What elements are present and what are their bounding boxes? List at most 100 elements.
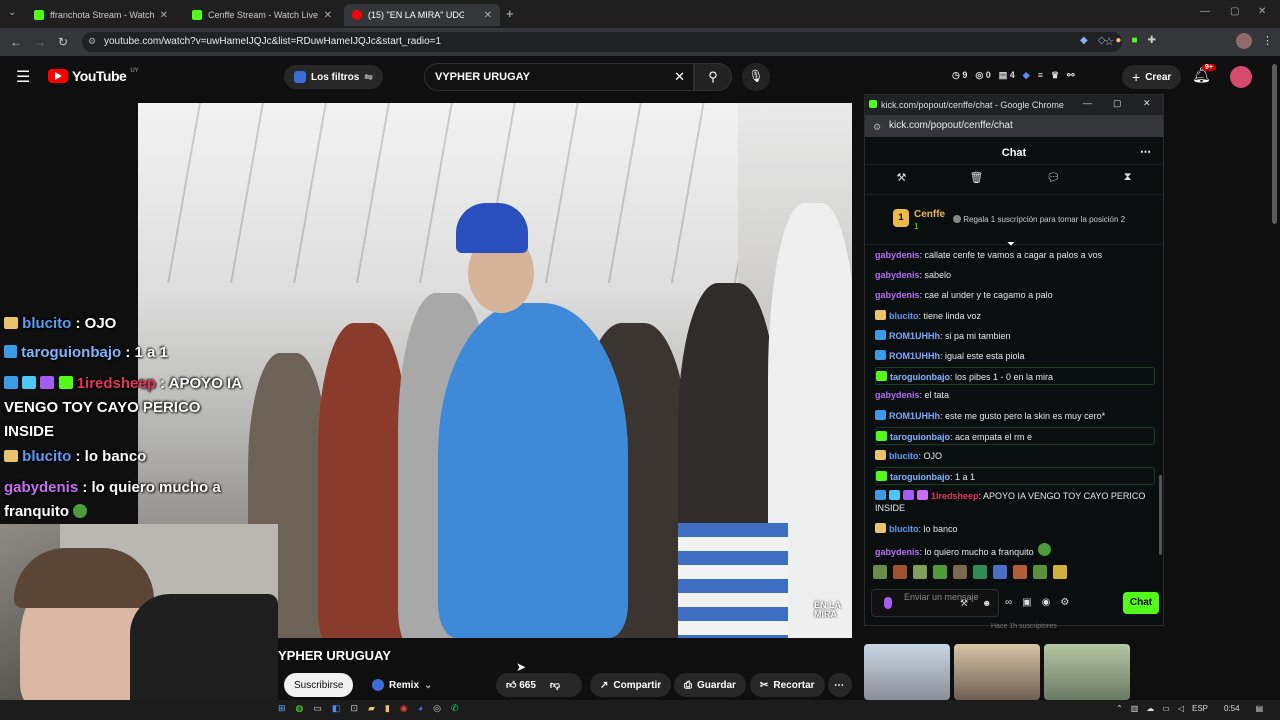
- chat-username[interactable]: taroguionbajo: [890, 372, 950, 382]
- emote-icon[interactable]: [1013, 565, 1027, 579]
- emote-icon[interactable]: [973, 565, 987, 579]
- site-info-icon[interactable]: ⚙: [88, 36, 96, 47]
- link-icon[interactable]: ⚯: [1067, 70, 1075, 81]
- minimize-icon[interactable]: —: [1083, 98, 1092, 108]
- recommended-thumbnail[interactable]: [954, 644, 1040, 700]
- tab-youtube[interactable]: (15) "EN LA MIRA" UDG CY ✕: [344, 4, 500, 26]
- hamburger-menu-icon[interactable]: ☰: [16, 67, 30, 87]
- close-icon[interactable]: ✕: [484, 10, 492, 21]
- queue-icon[interactable]: ≡: [1038, 70, 1043, 81]
- close-icon[interactable]: ✕: [160, 10, 168, 21]
- tray-icon[interactable]: ☁: [1146, 704, 1154, 713]
- page-scrollbar[interactable]: [1272, 64, 1277, 224]
- hourglass-icon[interactable]: ⧗: [1124, 171, 1132, 194]
- emote-icon[interactable]: [873, 565, 887, 579]
- emote-icon[interactable]: [913, 565, 927, 579]
- thumbs-down-icon[interactable]: 👎︎: [550, 679, 560, 691]
- profile-avatar[interactable]: [1236, 33, 1252, 49]
- more-actions-button[interactable]: ⋯: [828, 673, 852, 697]
- discord-icon[interactable]: ◕: [418, 703, 423, 714]
- chat-username[interactable]: gabydenis: [875, 390, 920, 400]
- emote-icon[interactable]: [1033, 565, 1047, 579]
- send-chat-button[interactable]: Chat: [1123, 592, 1159, 614]
- language-indicator[interactable]: ESP: [1192, 704, 1208, 713]
- chat-username[interactable]: gabydenis: [875, 547, 920, 557]
- network-icon[interactable]: ▭: [1162, 704, 1170, 713]
- save-button[interactable]: ⎙ Guardar: [674, 673, 746, 697]
- trophy-icon[interactable]: ♛: [1051, 70, 1059, 81]
- account-avatar[interactable]: [1230, 66, 1252, 88]
- site-info-icon[interactable]: ⚙: [873, 122, 881, 133]
- clear-search-icon[interactable]: ✕: [674, 69, 685, 85]
- recommended-thumbnail[interactable]: [1044, 644, 1130, 700]
- clock[interactable]: 0:54: [1224, 704, 1240, 713]
- voice-search-button[interactable]: 🎙: [742, 63, 770, 91]
- back-icon[interactable]: ←: [10, 35, 22, 49]
- tab-ffranchota[interactable]: ffranchota Stream - Watch Live ✕: [26, 4, 176, 26]
- youtube-logo[interactable]: YouTube UY: [48, 68, 139, 84]
- tab-search-icon[interactable]: ⌄: [8, 7, 16, 18]
- whatsapp-icon[interactable]: ✆: [451, 703, 459, 714]
- remix-button[interactable]: Remix ⌄: [362, 673, 443, 697]
- tab-cenffe[interactable]: Cenffe Stream - Watch Live ✕: [184, 4, 340, 26]
- close-icon[interactable]: ✕: [324, 10, 332, 21]
- extension-icon[interactable]: ◆: [1023, 70, 1030, 81]
- new-tab-icon[interactable]: +: [506, 6, 514, 21]
- chat-scrollbar[interactable]: [1159, 475, 1162, 555]
- share-button[interactable]: ↗ Compartir: [590, 673, 672, 697]
- chat-username[interactable]: ROM1UHHh: [889, 351, 940, 361]
- chat-message-input[interactable]: Enviar un mensaje ⚒ ☻: [871, 589, 999, 617]
- forward-icon[interactable]: →: [34, 35, 46, 49]
- chat-username[interactable]: ROM1UHHh: [889, 411, 940, 421]
- close-window-icon[interactable]: ✕: [1258, 6, 1266, 17]
- volume-icon[interactable]: ◁: [1178, 704, 1184, 713]
- emoji-icon[interactable]: ☻: [982, 598, 991, 608]
- hammer-icon[interactable]: ⚒: [897, 171, 907, 194]
- popup-url-bar[interactable]: ⚙ kick.com/popout/cenffe/chat: [865, 115, 1163, 137]
- chat-bubble-icon[interactable]: ◉: [1042, 597, 1051, 608]
- tray-icon[interactable]: ▥: [1131, 704, 1139, 713]
- app-icon[interactable]: ▭: [313, 703, 322, 714]
- subscribe-button[interactable]: Suscribirse: [284, 673, 354, 697]
- chat-options-icon[interactable]: ⋯: [1140, 145, 1151, 158]
- extension-icon[interactable]: ■: [1131, 35, 1137, 46]
- chat-username[interactable]: taroguionbajo: [890, 472, 950, 482]
- gear-icon[interactable]: ⚙: [1060, 597, 1069, 608]
- menu-dots-icon[interactable]: ⋮: [1262, 34, 1273, 47]
- minimize-icon[interactable]: —: [1200, 6, 1210, 17]
- chrome-icon[interactable]: ◉: [400, 703, 408, 714]
- create-button[interactable]: + Crear: [1122, 65, 1182, 89]
- chat-username[interactable]: gabydenis: [875, 250, 920, 260]
- emote-icon[interactable]: [893, 565, 907, 579]
- extension-icon[interactable]: ◇: [1098, 35, 1106, 46]
- app-icon[interactable]: ▮: [385, 703, 390, 714]
- microphone-icon[interactable]: [884, 597, 892, 609]
- notification-center-icon[interactable]: ▤: [1256, 704, 1264, 713]
- app-icon[interactable]: ◍: [296, 703, 304, 714]
- maximize-icon[interactable]: ▢: [1230, 6, 1239, 17]
- app-icon[interactable]: ◧: [332, 703, 341, 714]
- filters-button[interactable]: Los filtros ⇋: [284, 65, 383, 89]
- search-input[interactable]: VYPHER URUGAY ✕: [424, 63, 694, 91]
- chat-username[interactable]: blucito: [889, 524, 919, 534]
- app-icon[interactable]: ◎: [433, 703, 441, 714]
- chat-username[interactable]: blucito: [889, 451, 919, 461]
- store-icon[interactable]: ▣: [1022, 597, 1031, 608]
- clip-button[interactable]: ✂ Recortar: [750, 673, 825, 697]
- app-icon[interactable]: ⊡: [350, 703, 358, 714]
- emote-icon[interactable]: [993, 565, 1007, 579]
- url-field[interactable]: ⚙ youtube.com/watch?v=uwHameIJQJc&list=R…: [82, 32, 1122, 52]
- chat-bubble-icon[interactable]: 💬︎: [1047, 171, 1061, 194]
- infinity-icon[interactable]: ∞: [1005, 597, 1012, 608]
- chat-username[interactable]: blucito: [889, 311, 919, 321]
- puzzle-icon[interactable]: ✚: [1148, 35, 1156, 46]
- chat-username[interactable]: gabydenis: [875, 270, 920, 280]
- gift-prompt[interactable]: Regala 1 suscripción para tomar la posic…: [953, 215, 1125, 224]
- reload-icon[interactable]: ↻: [58, 35, 68, 49]
- search-button[interactable]: ⚲: [694, 63, 732, 91]
- extension-icon[interactable]: ●: [1115, 35, 1121, 46]
- start-icon[interactable]: ⊞: [278, 703, 286, 714]
- tray-arrow-icon[interactable]: ⌃: [1116, 704, 1123, 713]
- chat-username[interactable]: 1iredsheep: [931, 491, 979, 501]
- close-window-icon[interactable]: ✕: [1143, 98, 1151, 109]
